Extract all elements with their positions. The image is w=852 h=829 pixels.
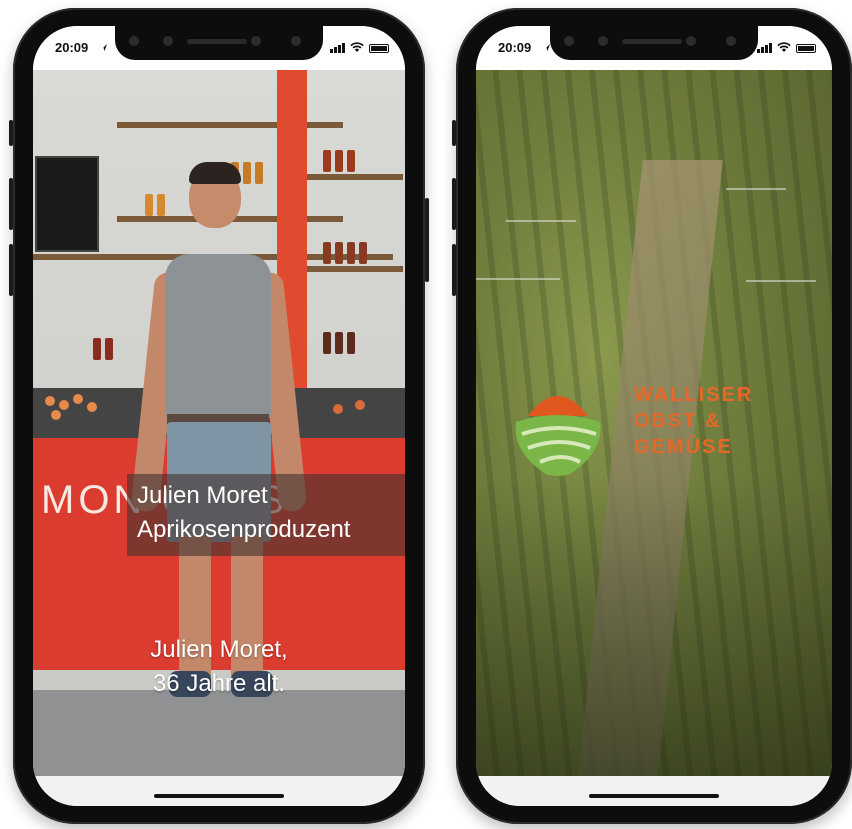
home-indicator[interactable]	[154, 794, 284, 798]
apricot	[87, 402, 97, 412]
jar	[347, 242, 355, 264]
video-frame-left[interactable]: MON C INS Julien Moret Aprikosenproduzen…	[33, 70, 405, 776]
jar	[359, 242, 367, 264]
sensor-dot	[291, 36, 301, 46]
jar	[323, 242, 331, 264]
battery-icon	[369, 44, 389, 53]
status-icons	[330, 42, 389, 53]
jar	[323, 150, 331, 172]
screen-right[interactable]: 20:09 WALLISER OBST & GEMÜSE	[476, 26, 832, 806]
volume-up-button	[452, 178, 456, 230]
mute-switch	[452, 120, 456, 146]
sensor-dot	[686, 36, 696, 46]
screen-left[interactable]: 20:09 MON Julien Moret Aprikosenproduzen…	[33, 26, 405, 806]
apricot	[59, 400, 69, 410]
speaker-grille	[622, 39, 682, 44]
caption-name: Julien Moret	[137, 482, 268, 509]
volume-up-button	[9, 178, 13, 230]
brand-wordmark: WALLISER OBST & GEMÜSE	[634, 382, 753, 460]
apricot	[73, 394, 83, 404]
sensor-dot	[251, 36, 261, 46]
name-caption: Julien Moret Aprikosenproduzent	[127, 474, 405, 556]
jar	[93, 338, 101, 360]
walliser-logo-icon	[515, 396, 601, 476]
brand-line-2: OBST &	[634, 410, 722, 432]
location-arrow-icon	[99, 43, 108, 52]
trellis-wire	[506, 220, 576, 222]
video-frame-right[interactable]: WALLISER OBST & GEMÜSE	[476, 70, 832, 776]
apricot	[51, 410, 61, 420]
jar	[335, 242, 343, 264]
status-bar: 20:09	[33, 26, 405, 70]
subtitle-line-2: 36 Jahre alt.	[152, 670, 286, 697]
phone-frame-left: 20:09 MON Julien Moret Aprikosenproduzen…	[9, 8, 429, 824]
jar	[335, 332, 343, 354]
volume-down-button	[452, 244, 456, 296]
orchard-shadow	[476, 476, 832, 776]
sensor-dot	[598, 36, 608, 46]
trellis-wire	[726, 188, 786, 190]
status-bar: 20:09	[476, 26, 832, 70]
camera-dot	[564, 36, 574, 46]
battery-icon	[796, 44, 816, 53]
shelf	[303, 266, 403, 272]
subtitle-line-1: Julien Moret,	[150, 636, 288, 663]
speaker-grille	[187, 39, 247, 44]
mute-switch	[9, 120, 13, 146]
status-time: 20:09	[498, 40, 532, 55]
wifi-icon	[777, 42, 791, 52]
home-indicator-area	[476, 776, 832, 806]
signal-icon	[330, 43, 345, 53]
home-indicator-area	[33, 776, 405, 806]
shelf	[303, 174, 403, 180]
signal-icon	[757, 43, 772, 53]
chalkboard-sign	[35, 156, 99, 252]
hair	[189, 162, 241, 184]
tank-top	[165, 254, 271, 420]
sensor-dot	[163, 36, 173, 46]
trellis-wire	[746, 280, 816, 282]
power-button	[425, 198, 429, 282]
apricot	[45, 396, 55, 406]
jar	[347, 150, 355, 172]
caption-role: Aprikosenproduzent	[137, 516, 351, 543]
wifi-icon	[350, 42, 364, 52]
jar	[105, 338, 113, 360]
notch	[550, 26, 758, 60]
status-icons	[757, 42, 816, 53]
status-time: 20:09	[55, 40, 89, 55]
apricot	[355, 400, 365, 410]
shelf	[117, 122, 343, 128]
phone-frame-right: 20:09 WALLISER OBST & GEMÜSE	[452, 8, 852, 824]
jar	[347, 332, 355, 354]
apricot	[333, 404, 343, 414]
sensor-dot	[726, 36, 736, 46]
volume-down-button	[9, 244, 13, 296]
brand-line-3: GEMÜSE	[634, 436, 733, 458]
notch	[115, 26, 323, 60]
brand-line-1: WALLISER	[634, 384, 754, 406]
camera-dot	[129, 36, 139, 46]
home-indicator[interactable]	[589, 794, 719, 798]
jar	[335, 150, 343, 172]
trellis-wire	[476, 278, 560, 280]
jar	[323, 332, 331, 354]
